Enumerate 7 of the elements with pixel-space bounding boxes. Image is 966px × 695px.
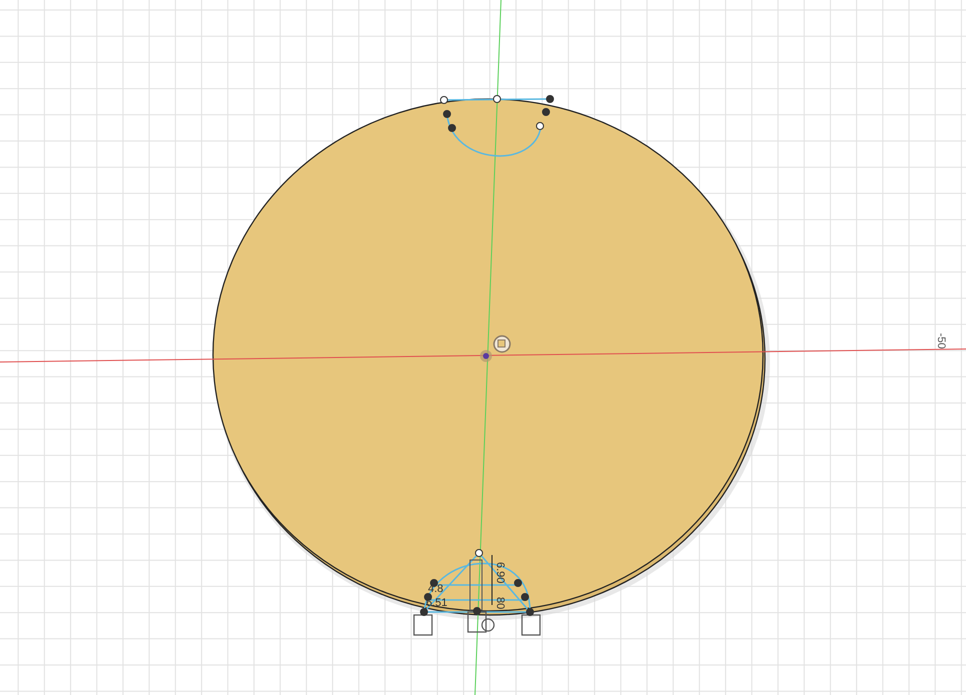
dimension-label[interactable]: 80 bbox=[494, 597, 506, 610]
top-sketch-drawing[interactable] bbox=[440, 95, 554, 156]
dimension-label[interactable]: 6.90 bbox=[494, 562, 506, 584]
bottom-sketch-drawing[interactable] bbox=[413, 549, 541, 636]
axis-label: -50 bbox=[935, 333, 947, 349]
move-handle-icon[interactable] bbox=[493, 335, 511, 353]
origin-icon[interactable] bbox=[480, 350, 492, 362]
